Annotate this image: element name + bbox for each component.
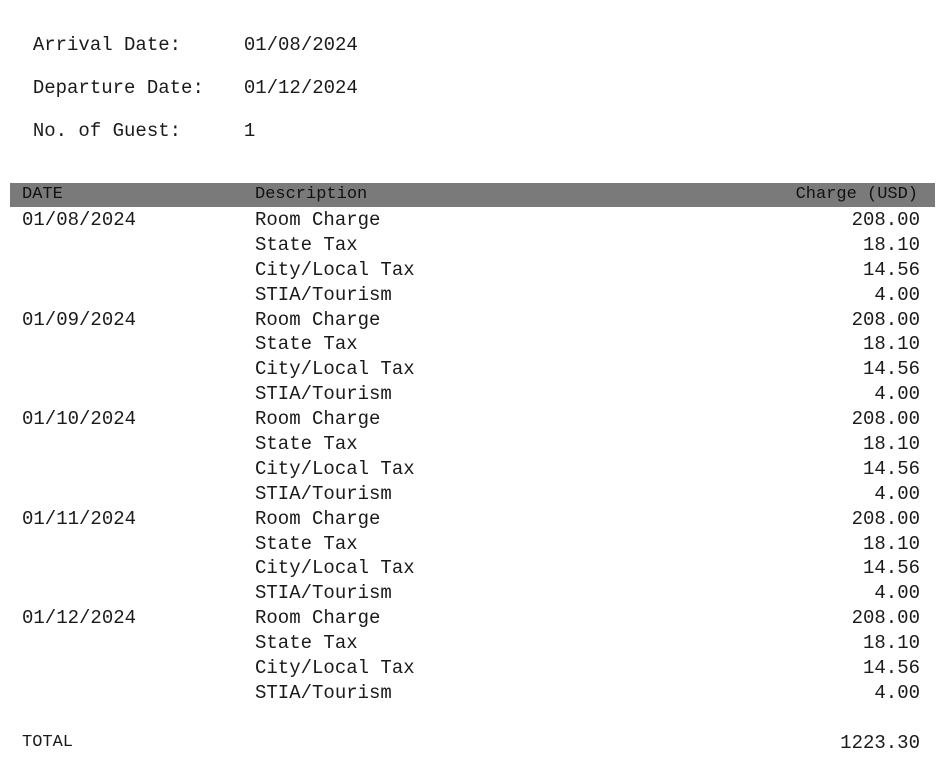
table-row: 01/10/2024 Room Charge 208.00 xyxy=(10,407,935,432)
row-description: STIA/Tourism xyxy=(255,482,392,505)
row-charge: 208.00 xyxy=(851,607,920,630)
departure-date-label: Departure Date: xyxy=(32,77,204,99)
row-date: 01/09/2024 xyxy=(22,308,137,331)
guests-value: 1 xyxy=(243,120,256,142)
row-charge: 18.10 xyxy=(862,333,920,356)
charges-table-header: DATE Description Charge (USD) xyxy=(10,183,935,207)
table-row: City/Local Tax 14.56 xyxy=(10,457,935,482)
row-charge: 14.56 xyxy=(862,358,920,381)
row-date: 01/12/2024 xyxy=(22,607,137,630)
table-row: STIA/Tourism 4.00 xyxy=(10,681,935,706)
row-description: STIA/Tourism xyxy=(255,383,392,406)
table-row: STIA/Tourism 4.00 xyxy=(10,283,935,308)
row-charge: 14.56 xyxy=(862,657,920,680)
row-description: Room Charge xyxy=(255,209,381,231)
table-row: City/Local Tax 14.56 xyxy=(10,258,935,283)
table-row: State Tax 18.10 xyxy=(10,532,935,557)
total-value: 1223.30 xyxy=(840,732,920,754)
table-row: State Tax 18.10 xyxy=(10,332,935,357)
row-description: Room Charge xyxy=(255,607,381,630)
header-description: Description xyxy=(255,185,368,204)
row-description: State Tax xyxy=(255,333,358,356)
guests-label: No. of Guest: xyxy=(32,120,182,142)
charges-table-body: 01/08/2024 Room Charge 208.00 State Tax 18.1… xyxy=(10,208,935,706)
row-description: STIA/Tourism xyxy=(255,582,392,605)
row-charge: 18.10 xyxy=(862,632,920,655)
row-description: City/Local Tax xyxy=(255,258,415,281)
row-description: Room Charge xyxy=(255,308,381,331)
row-charge: 4.00 xyxy=(874,482,920,505)
table-row: City/Local Tax 14.56 xyxy=(10,556,935,581)
table-row: State Tax 18.10 xyxy=(10,233,935,258)
row-charge: 208.00 xyxy=(851,507,920,530)
table-row: STIA/Tourism 4.00 xyxy=(10,382,935,407)
row-description: City/Local Tax xyxy=(255,657,415,680)
row-charge: 4.00 xyxy=(874,582,920,605)
row-charge: 18.10 xyxy=(862,233,920,256)
table-row: 01/11/2024 Room Charge 208.00 xyxy=(10,507,935,532)
row-description: State Tax xyxy=(255,532,358,555)
row-charge: 208.00 xyxy=(851,408,920,431)
row-charge: 14.56 xyxy=(862,457,920,480)
row-charge: 4.00 xyxy=(874,383,920,406)
table-row: STIA/Tourism 4.00 xyxy=(10,581,935,606)
row-description: Room Charge xyxy=(255,408,381,431)
arrival-date-line: Arrival Date: 01/08/2024 xyxy=(10,12,358,56)
departure-date-value: 01/12/2024 xyxy=(243,77,358,99)
row-description: State Tax xyxy=(255,632,358,655)
row-date: 01/11/2024 xyxy=(22,507,137,530)
header-date: DATE xyxy=(22,185,63,204)
total-row: TOTAL 1223.30 xyxy=(10,731,935,755)
row-description: STIA/Tourism xyxy=(255,283,392,306)
guests-line: No. of Guest: 1 xyxy=(10,98,255,142)
arrival-date-value: 01/08/2024 xyxy=(243,34,358,56)
table-row: 01/12/2024 Room Charge 208.00 xyxy=(10,606,935,631)
arrival-date-label: Arrival Date: xyxy=(32,34,182,56)
row-charge: 14.56 xyxy=(862,557,920,580)
table-row: 01/08/2024 Room Charge 208.00 xyxy=(10,208,935,233)
total-label: TOTAL xyxy=(22,733,74,752)
row-charge: 208.00 xyxy=(851,308,920,331)
departure-date-line: Departure Date: 01/12/2024 xyxy=(10,55,358,99)
table-row: City/Local Tax 14.56 xyxy=(10,656,935,681)
row-charge: 4.00 xyxy=(874,681,920,704)
table-row: STIA/Tourism 4.00 xyxy=(10,482,935,507)
table-row: 01/09/2024 Room Charge 208.00 xyxy=(10,308,935,333)
table-row: State Tax 18.10 xyxy=(10,432,935,457)
row-description: City/Local Tax xyxy=(255,358,415,381)
row-charge: 208.00 xyxy=(851,209,920,231)
table-row: State Tax 18.10 xyxy=(10,631,935,656)
row-description: STIA/Tourism xyxy=(255,681,392,704)
row-charge: 18.10 xyxy=(862,433,920,456)
row-description: State Tax xyxy=(255,433,358,456)
row-description: City/Local Tax xyxy=(255,557,415,580)
row-charge: 14.56 xyxy=(862,258,920,281)
row-description: Room Charge xyxy=(255,507,381,530)
header-charge: Charge (USD) xyxy=(795,185,918,204)
row-description: City/Local Tax xyxy=(255,457,415,480)
row-date: 01/10/2024 xyxy=(22,408,137,431)
row-charge: 4.00 xyxy=(874,283,920,306)
row-date: 01/08/2024 xyxy=(22,209,137,231)
row-description: State Tax xyxy=(255,233,358,256)
table-row: City/Local Tax 14.56 xyxy=(10,357,935,382)
row-charge: 18.10 xyxy=(862,532,920,555)
